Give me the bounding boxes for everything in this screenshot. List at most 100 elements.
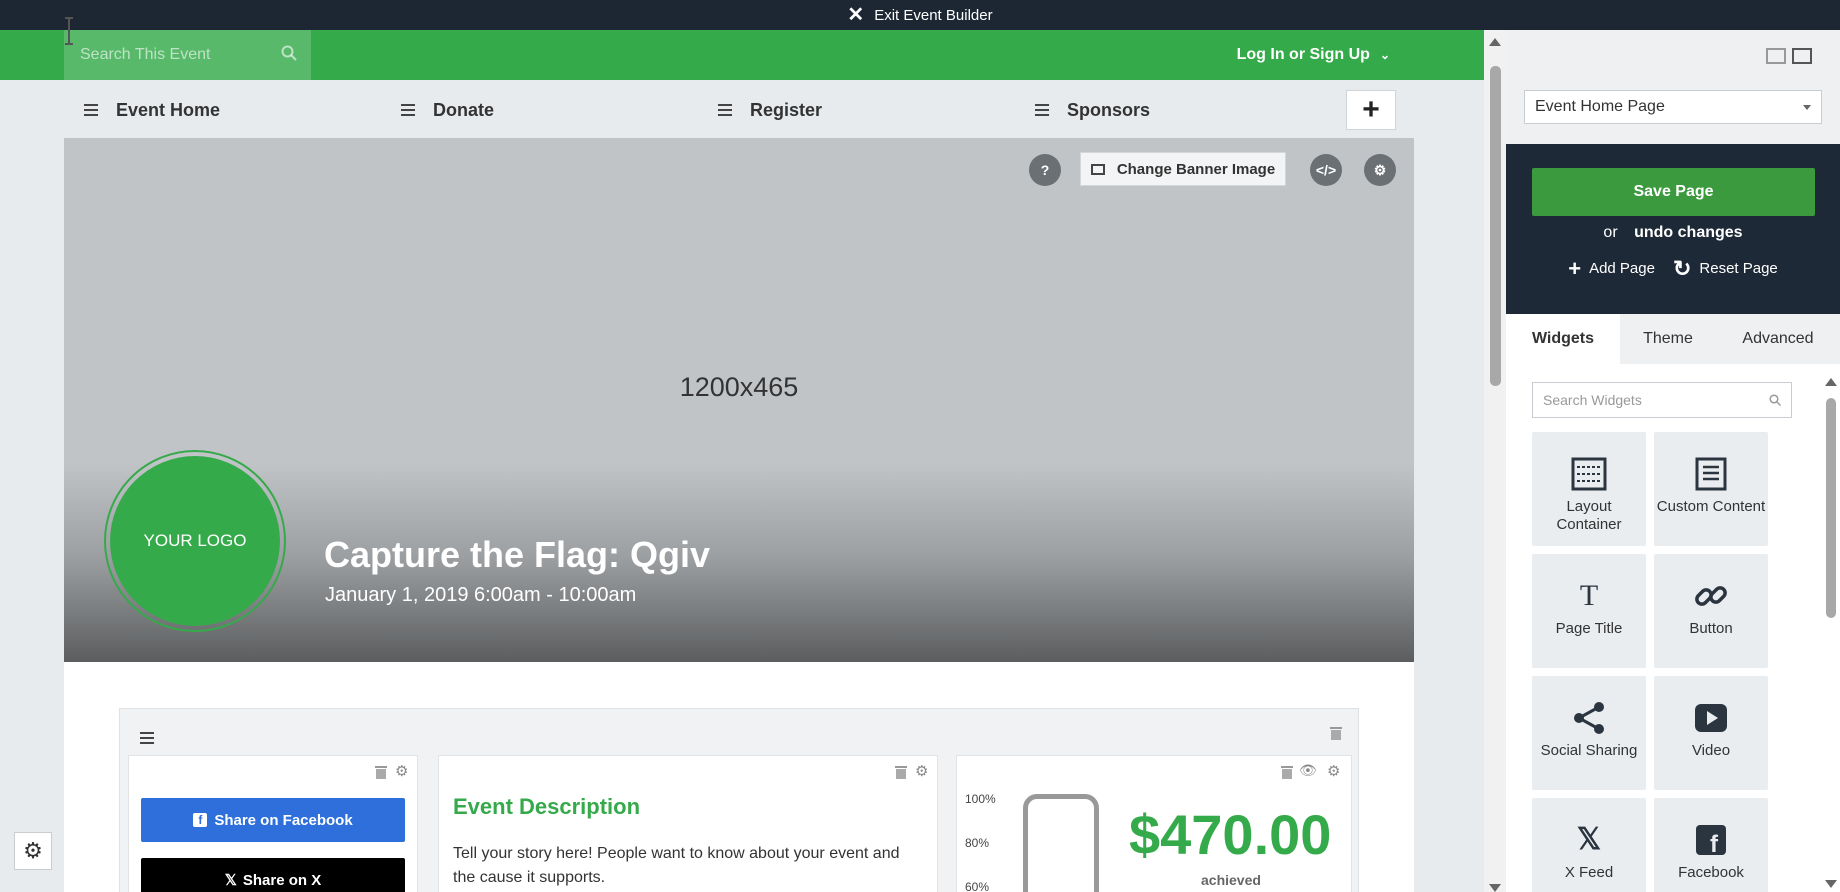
undo-row: or undo changes [1506, 224, 1840, 242]
widget-label: Video [1691, 742, 1731, 759]
trash-icon[interactable] [375, 766, 387, 780]
scroll-up-arrow[interactable] [1825, 378, 1837, 386]
exit-builder-bar[interactable]: ✕ Exit Event Builder [0, 0, 1840, 30]
fundraising-thermometer-widget[interactable]: 👁 ⚙ 100% 80% 60% $470.00 achieved [956, 755, 1352, 892]
panel-tabs: Widgets Theme Advanced [1506, 314, 1840, 364]
widget-button[interactable]: Button [1654, 554, 1768, 668]
widget-page-title[interactable]: T Page Title [1532, 554, 1646, 668]
svg-text:f: f [1710, 831, 1719, 856]
nav-item-register[interactable]: Register [698, 100, 1015, 121]
amount-achieved: $470.00 [1129, 803, 1332, 866]
gears-icon: ⚙ [23, 838, 43, 863]
page-select[interactable]: Event Home Page [1524, 90, 1822, 124]
widget-x-feed[interactable]: 𝕏 X Feed [1532, 798, 1646, 892]
widget-facebook[interactable]: f Facebook [1654, 798, 1768, 892]
image-icon [1090, 163, 1105, 175]
widget-label: Custom Content [1656, 498, 1766, 515]
tick-label: 80% [965, 836, 990, 850]
drag-handle-icon[interactable] [1035, 101, 1049, 119]
tab-theme[interactable]: Theme [1620, 314, 1716, 364]
nav-item-sponsors[interactable]: Sponsors [1015, 100, 1332, 121]
builder-panel: Event Home Page Save Page or undo change… [1506, 30, 1840, 892]
nav-item-donate[interactable]: Donate [381, 100, 698, 121]
drag-handle-icon[interactable] [401, 101, 415, 119]
tab-widgets[interactable]: Widgets [1506, 314, 1620, 364]
add-nav-item-button[interactable]: + [1346, 90, 1396, 130]
gear-icon[interactable]: ⚙ [915, 762, 928, 780]
scroll-thumb[interactable] [1826, 398, 1836, 618]
logo-text: YOUR LOGO [110, 456, 280, 626]
share-x-label: Share on X [242, 871, 322, 889]
banner-size-placeholder: 1200x465 [679, 372, 799, 402]
undo-changes-link[interactable]: undo changes [1634, 224, 1742, 241]
page-action-links: + Add Page ↻ Reset Page [1506, 255, 1840, 281]
facebook-icon: f [193, 813, 208, 827]
widget-label: X Feed [1564, 864, 1614, 881]
trash-icon[interactable] [895, 766, 907, 780]
share-facebook-button[interactable]: f Share on Facebook [141, 798, 405, 842]
nav-item-event-home[interactable]: Event Home [64, 100, 381, 121]
widget-custom-content[interactable]: Custom Content [1654, 432, 1768, 546]
drag-handle-icon[interactable] [718, 101, 732, 119]
share-facebook-label: Share on Facebook [214, 811, 353, 829]
widget-video[interactable]: Video [1654, 676, 1768, 790]
add-page-button[interactable]: + Add Page [1568, 255, 1655, 281]
canvas-scrollbar[interactable] [1484, 30, 1506, 892]
scroll-thumb[interactable] [1490, 66, 1501, 386]
search-icon [281, 45, 297, 61]
panel-left-icon[interactable] [1766, 48, 1786, 64]
tab-advanced[interactable]: Advanced [1716, 314, 1840, 364]
nav-item-label: Sponsors [1067, 99, 1151, 120]
drag-handle-icon[interactable] [84, 101, 98, 119]
eye-icon[interactable]: 👁 [1299, 762, 1317, 779]
widget-label: Social Sharing [1540, 742, 1638, 759]
event-title: Capture the Flag: Qgiv [324, 534, 711, 575]
event-description-widget[interactable]: ⚙ Event Description Tell your story here… [438, 755, 938, 892]
code-icon[interactable]: </> [1310, 154, 1342, 186]
thermometer-scale: 100% 80% 60% [965, 792, 996, 892]
login-signup-link[interactable]: Log In or Sign Up ⌄ [1237, 30, 1390, 80]
document-icon [1695, 454, 1727, 494]
widget-scrollbar[interactable] [1822, 372, 1840, 892]
gear-icon[interactable]: ⚙ [1364, 154, 1396, 186]
chevron-down-icon [1803, 105, 1811, 110]
reset-page-label: Reset Page [1699, 260, 1778, 277]
x-icon: 𝕏 [1576, 823, 1602, 856]
chevron-down-icon: ⌄ [1379, 48, 1390, 62]
search-placeholder: Search This Event [80, 46, 211, 63]
panel-right-icon[interactable] [1792, 48, 1812, 64]
trash-icon[interactable] [1281, 766, 1293, 780]
settings-gear-button[interactable]: ⚙ [14, 832, 52, 870]
tick-label: 100% [965, 792, 996, 806]
share-x-button[interactable]: 𝕏 Share on X [141, 858, 405, 892]
widget-search-input[interactable]: Search Widgets [1532, 382, 1792, 418]
close-icon: ✕ [847, 4, 865, 26]
widget-label: Layout Container [1556, 498, 1622, 533]
drag-handle-icon[interactable] [140, 729, 154, 747]
scroll-up-arrow[interactable] [1489, 38, 1501, 46]
change-banner-image-button[interactable]: Change Banner Image [1080, 152, 1286, 186]
event-logo[interactable]: YOUR LOGO [104, 450, 286, 632]
tick-label: 60% [965, 880, 990, 892]
trash-icon[interactable] [1330, 727, 1342, 741]
help-icon[interactable]: ? [1029, 154, 1061, 186]
gear-icon[interactable]: ⚙ [1327, 762, 1340, 780]
search-icon [1769, 394, 1781, 406]
layout-container[interactable]: ⚙ f Share on Facebook 𝕏 Share on X ⚙ Eve… [119, 708, 1359, 892]
save-page-button[interactable]: Save Page [1532, 168, 1815, 216]
widget-social-sharing[interactable]: Social Sharing [1532, 676, 1646, 790]
share-icon [1571, 698, 1607, 738]
layout-toggle [1766, 48, 1812, 64]
widget-search-placeholder: Search Widgets [1543, 392, 1642, 408]
login-label: Log In or Sign Up [1236, 46, 1370, 63]
social-sharing-widget[interactable]: ⚙ f Share on Facebook 𝕏 Share on X [128, 755, 418, 892]
widget-layout-container[interactable]: Layout Container [1532, 432, 1646, 546]
plus-icon: + [1568, 255, 1582, 281]
reset-page-button[interactable]: ↻ Reset Page [1673, 257, 1778, 279]
event-search-input[interactable]: Search This Event [64, 30, 311, 80]
widget-label: Button [1689, 620, 1733, 637]
gear-icon[interactable]: ⚙ [395, 762, 408, 780]
event-canvas: Search This Event Log In or Sign Up ⌄ Ev… [0, 30, 1484, 892]
scroll-down-arrow[interactable] [1825, 880, 1837, 888]
scroll-down-arrow[interactable] [1489, 884, 1501, 892]
